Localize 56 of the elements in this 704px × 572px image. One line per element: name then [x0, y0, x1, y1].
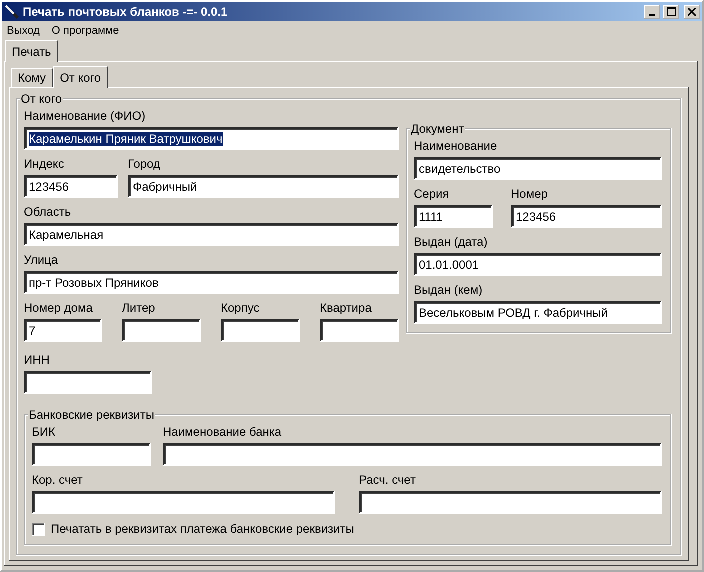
field-label: Город: [128, 156, 162, 173]
field-label: Наименование: [414, 138, 498, 155]
input-field[interactable]: 123456: [24, 175, 118, 198]
close-button[interactable]: [684, 4, 700, 18]
field-label: Улица: [24, 252, 60, 269]
field-label: Корпус: [221, 300, 261, 317]
menu-item[interactable]: Выход: [7, 24, 40, 36]
tab[interactable]: Печать: [5, 40, 58, 62]
maximize-button[interactable]: [663, 4, 679, 18]
input-field[interactable]: [32, 491, 335, 514]
input-field[interactable]: [24, 371, 152, 394]
field-label: Серия: [414, 186, 450, 203]
checkbox-label: Печатать в реквизитах платежа банковские реквизиты: [51, 522, 354, 536]
field-label: Литер: [122, 300, 156, 317]
input-field[interactable]: [320, 319, 399, 342]
field-label: Наименование банка: [163, 424, 283, 441]
input-field[interactable]: [163, 443, 662, 466]
group-title: Банковские реквизиты: [28, 408, 156, 422]
field-label: Индекс: [24, 156, 66, 173]
field-label: Расч. счет: [359, 472, 417, 489]
input-field[interactable]: [32, 443, 151, 466]
field-label: Квартира: [320, 300, 373, 317]
group-title: От кого: [20, 92, 64, 106]
input-field[interactable]: Карамелькин Пряник Ватрушкович: [24, 127, 399, 150]
field-label: Выдан (дата): [414, 234, 489, 251]
field-label: Номер дома: [24, 300, 94, 317]
input-field[interactable]: Весельковым РОВД г. Фабричный: [414, 301, 662, 324]
input-field[interactable]: пр-т Розовых Пряников: [24, 271, 399, 294]
input-field[interactable]: [221, 319, 300, 342]
field-label: ИНН: [24, 352, 51, 369]
window-title: Печать почтовых бланков -=- 0.0.1: [23, 4, 229, 18]
field-label: Номер: [511, 186, 549, 203]
minimize-button[interactable]: [644, 4, 660, 18]
input-field[interactable]: [122, 319, 201, 342]
input-field[interactable]: 123456: [511, 205, 662, 228]
app-icon: [4, 4, 20, 20]
input-field[interactable]: Фабричный: [128, 175, 399, 198]
input-field[interactable]: 01.01.0001: [414, 253, 662, 276]
input-field[interactable]: 7: [24, 319, 102, 342]
minimize-icon: [649, 14, 655, 16]
checkbox[interactable]: [32, 522, 45, 536]
maximize-icon: [666, 7, 676, 16]
input-field[interactable]: свидетельство: [414, 157, 662, 180]
tab[interactable]: Кому: [11, 68, 54, 87]
field-label: Наименование (ФИО): [24, 108, 147, 125]
tab[interactable]: От кого: [53, 66, 108, 88]
field-label: Область: [24, 204, 72, 221]
close-icon: [688, 8, 696, 16]
field-label: Выдан (кем): [414, 282, 484, 299]
input-field[interactable]: 1111: [414, 205, 493, 228]
input-field[interactable]: [359, 491, 662, 514]
menu-item[interactable]: О программе: [52, 24, 120, 36]
group-title: Документ: [410, 122, 466, 136]
field-label: БИК: [32, 424, 56, 441]
input-field[interactable]: Карамельная: [24, 223, 399, 246]
field-label: Кор. счет: [32, 472, 84, 489]
